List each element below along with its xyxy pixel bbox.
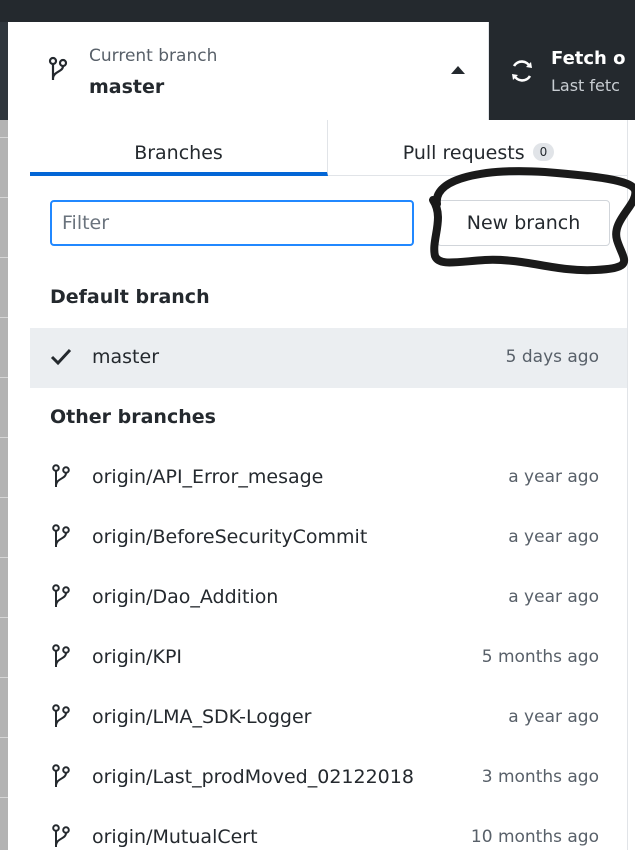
branch-row[interactable]: origin/Last_prodMoved_02122018 3 months … [30, 748, 627, 808]
caret-up-icon [451, 66, 465, 74]
fetch-title: Fetch o [551, 48, 626, 69]
current-branch-button[interactable]: Current branch master [30, 22, 489, 120]
git-branch-icon [52, 464, 70, 487]
branch-name: master [92, 346, 160, 368]
filter-input[interactable] [50, 200, 414, 246]
other-branches-header: Other branches [50, 406, 216, 428]
branch-time: 5 days ago [505, 347, 599, 367]
repository-list-edge [0, 22, 8, 850]
branch-time: 10 months ago [470, 827, 599, 847]
branch-time: a year ago [508, 707, 599, 727]
checkmark-icon [50, 348, 72, 366]
branch-name: origin/Last_prodMoved_02122018 [92, 766, 414, 788]
title-bar [0, 0, 635, 22]
current-branch-value: master [89, 76, 165, 98]
branches-dropdown-panel: Branches Pull requests 0 New branch Defau… [30, 120, 628, 850]
git-branch-icon [52, 704, 70, 727]
pull-request-count-badge: 0 [532, 143, 555, 161]
branch-name: origin/MutualCert [92, 826, 258, 848]
new-branch-button[interactable]: New branch [437, 200, 610, 246]
toolbar: Current branch master Fetch o Last fetc [30, 22, 635, 120]
branch-row[interactable]: origin/BeforeSecurityCommit a year ago [30, 508, 627, 568]
fetch-origin-button[interactable]: Fetch o Last fetc [489, 22, 635, 120]
branch-name: origin/BeforeSecurityCommit [92, 526, 368, 548]
github-desktop-window: Current branch master Fetch o Last fetc … [0, 0, 635, 850]
branch-name: origin/LMA_SDK-Logger [92, 706, 312, 728]
tab-branches[interactable]: Branches [30, 120, 328, 176]
branch-name: origin/Dao_Addition [92, 586, 279, 608]
branch-row[interactable]: origin/Dao_Addition a year ago [30, 568, 627, 628]
branch-time: 3 months ago [481, 767, 599, 787]
branch-time: 5 months ago [481, 647, 599, 667]
sync-icon [512, 60, 532, 82]
branch-row[interactable]: origin/MutualCert 10 months ago [30, 808, 627, 850]
git-branch-icon [48, 56, 68, 80]
git-branch-icon [52, 764, 70, 787]
default-branch-header: Default branch [50, 286, 210, 308]
branch-time: a year ago [508, 527, 599, 547]
tab-branches-label: Branches [134, 142, 223, 164]
branch-time: a year ago [508, 587, 599, 607]
tab-pull-requests-label: Pull requests [402, 142, 525, 164]
branch-name: origin/KPI [92, 646, 183, 668]
git-branch-icon [52, 584, 70, 607]
branch-time: a year ago [508, 467, 599, 487]
branch-row[interactable]: origin/API_Error_mesage a year ago [30, 448, 627, 508]
current-branch-label: Current branch [89, 46, 218, 66]
tab-pull-requests[interactable]: Pull requests 0 [329, 120, 628, 176]
branch-name: origin/API_Error_mesage [92, 466, 324, 488]
git-branch-icon [52, 824, 70, 847]
branch-row[interactable]: origin/LMA_SDK-Logger a year ago [30, 688, 627, 748]
git-branch-icon [52, 644, 70, 667]
fetch-subtitle: Last fetc [551, 76, 620, 95]
git-branch-icon [52, 524, 70, 547]
branch-row[interactable]: origin/KPI 5 months ago [30, 628, 627, 688]
tab-bar: Branches Pull requests 0 [30, 120, 628, 176]
branch-row-master[interactable]: master 5 days ago [30, 328, 627, 388]
